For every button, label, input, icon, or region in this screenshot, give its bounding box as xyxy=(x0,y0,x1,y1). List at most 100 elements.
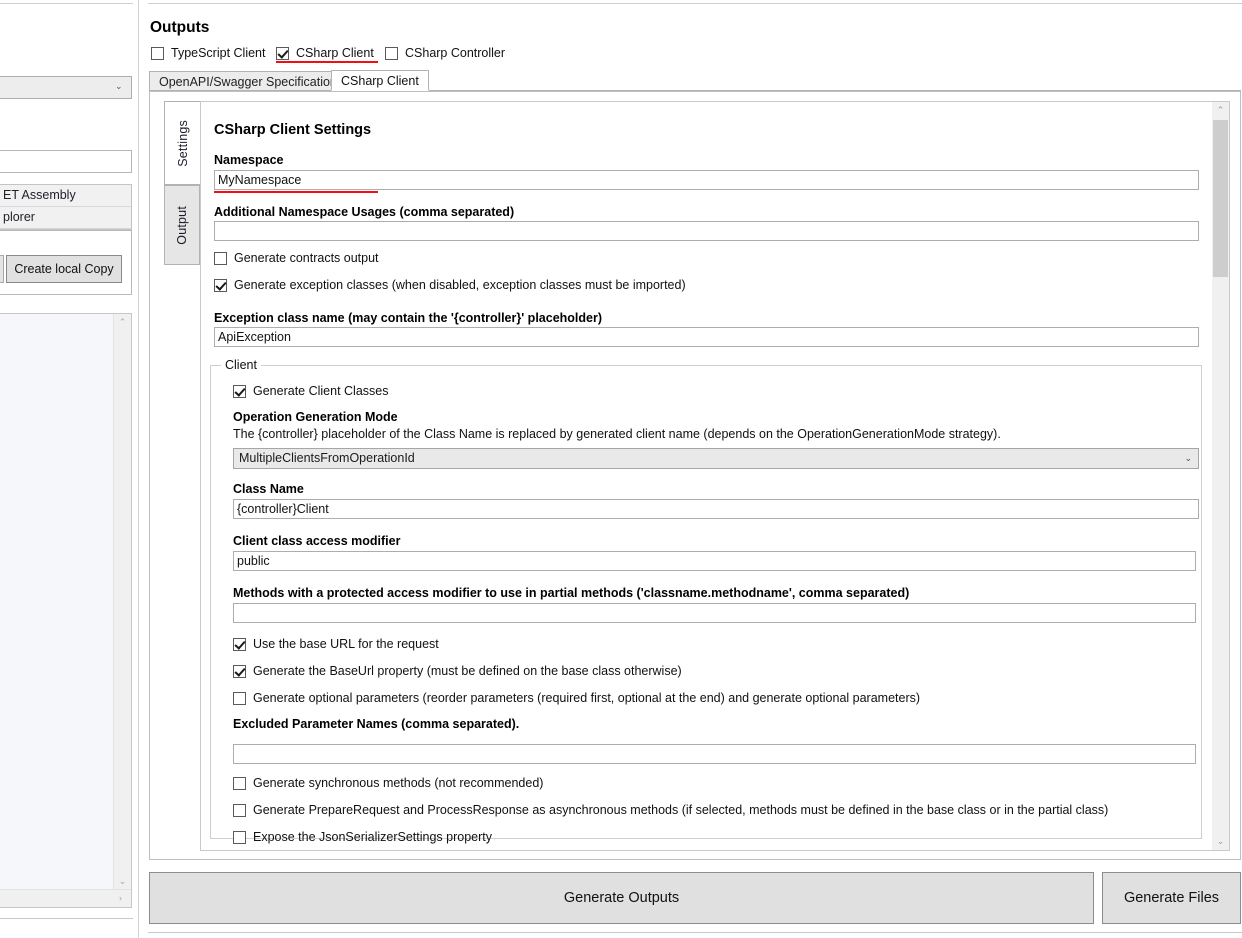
operation-generation-mode-dropdown[interactable]: MultipleClientsFromOperationId ⌄ xyxy=(233,448,1199,469)
protected-methods-input[interactable] xyxy=(233,603,1196,623)
checkbox-box[interactable] xyxy=(233,691,246,705)
checkbox-generate-optional-parameters[interactable]: Generate optional parameters (reorder pa… xyxy=(233,691,920,705)
operation-generation-mode-description: The {controller} placeholder of the Clas… xyxy=(233,427,1001,441)
client-group-title: Client xyxy=(221,358,261,372)
checkbox-box[interactable] xyxy=(233,803,246,817)
list-item[interactable]: ET Assembly xyxy=(0,185,131,207)
checkbox-typescript-client[interactable]: TypeScript Client xyxy=(151,46,265,60)
settings-scroll-region: CSharp Client Settings Namespace MyNames… xyxy=(200,101,1230,851)
checkbox-label: CSharp Client xyxy=(296,46,374,60)
checkbox-label: TypeScript Client xyxy=(171,46,266,60)
excluded-parameter-names-label: Excluded Parameter Names (comma separate… xyxy=(233,717,520,731)
checkbox-generate-prepare-request[interactable]: Generate PrepareRequest and ProcessRespo… xyxy=(233,803,1108,817)
checkbox-use-base-url[interactable]: Use the base URL for the request xyxy=(233,637,439,651)
scroll-up-icon[interactable]: ⌃ xyxy=(1212,102,1229,119)
chevron-down-icon: ⌄ xyxy=(1184,453,1192,463)
checkbox-generate-client-classes[interactable]: Generate Client Classes xyxy=(233,384,388,398)
protected-methods-label: Methods with a protected access modifier… xyxy=(233,586,910,600)
generate-files-button[interactable]: Generate Files xyxy=(1102,872,1241,924)
checkbox-generate-exception-classes[interactable]: Generate exception classes (when disable… xyxy=(214,278,686,292)
additional-namespace-usages-input[interactable] xyxy=(214,221,1199,241)
generate-outputs-button[interactable]: Generate Outputs xyxy=(149,872,1094,924)
exception-class-name-label: Exception class name (may contain the '{… xyxy=(214,311,603,325)
client-group-box: Client Generate Client Classes Operation… xyxy=(210,358,1202,844)
checkbox-label: Use the base URL for the request xyxy=(253,637,439,651)
checkbox-label: CSharp Controller xyxy=(405,46,506,60)
left-text-input[interactable] xyxy=(0,150,132,173)
checkbox-box[interactable] xyxy=(233,776,246,790)
checkbox-expose-json-serializer-settings[interactable]: Expose the JsonSerializerSettings proper… xyxy=(233,830,492,844)
exception-class-name-input[interactable]: ApiException xyxy=(214,327,1199,347)
checkbox-label: Generate Client Classes xyxy=(253,384,389,398)
page-title: Outputs xyxy=(150,19,210,36)
vertical-tab-strip: Settings Output xyxy=(164,101,201,347)
annotation-underline-namespace xyxy=(214,191,378,193)
tab-csharp-client[interactable]: CSharp Client xyxy=(331,70,429,91)
main-top-divider xyxy=(148,3,1242,4)
checkbox-box[interactable] xyxy=(233,637,246,651)
left-side-panel: ⌄ ET Assembly plorer Create local Copy ⌃… xyxy=(0,0,133,938)
operation-generation-mode-value: MultipleClientsFromOperationId xyxy=(239,451,415,465)
checkbox-label: Generate optional parameters (reorder pa… xyxy=(253,691,921,705)
checkbox-label: Generate PrepareRequest and ProcessRespo… xyxy=(253,803,1109,817)
app-window: ⌄ ET Assembly plorer Create local Copy ⌃… xyxy=(0,0,1242,938)
checkbox-box[interactable] xyxy=(276,46,289,60)
left-horizontal-scrollbar[interactable]: › xyxy=(0,889,131,907)
left-dropdown[interactable]: ⌄ xyxy=(0,76,132,99)
vtab-settings-label: Settings xyxy=(175,119,190,167)
checkbox-box[interactable] xyxy=(214,251,227,265)
checkbox-box[interactable] xyxy=(233,384,246,398)
top-divider xyxy=(0,3,133,4)
main-bottom-divider xyxy=(148,932,1242,933)
checkbox-generate-baseurl-property[interactable]: Generate the BaseUrl property (must be d… xyxy=(233,664,682,678)
vtab-settings[interactable]: Settings xyxy=(164,101,201,185)
left-scroll-area: ⌃ ⌄ › xyxy=(0,313,132,908)
checkbox-box[interactable] xyxy=(233,830,246,844)
settings-vertical-scrollbar[interactable]: ⌃ ⌄ xyxy=(1212,102,1229,850)
additional-namespace-usages-label: Additional Namespace Usages (comma separ… xyxy=(214,205,515,219)
excluded-parameter-names-input[interactable] xyxy=(233,744,1196,764)
annotation-underline-csharp-client xyxy=(276,61,378,63)
list-item[interactable]: plorer xyxy=(0,207,131,229)
scrollbar-thumb[interactable] xyxy=(1213,120,1228,277)
bottom-divider xyxy=(0,918,133,919)
outputs-pane: Outputs TypeScript Client CSharp Client … xyxy=(148,0,1242,938)
checkbox-label: Generate the BaseUrl property (must be d… xyxy=(253,664,682,678)
vtab-output[interactable]: Output xyxy=(164,185,200,265)
checkbox-generate-synchronous-methods[interactable]: Generate synchronous methods (not recomm… xyxy=(233,776,543,790)
tab-strip: OpenAPI/Swagger Specification CSharp Cli… xyxy=(149,70,1241,91)
left-small-button[interactable] xyxy=(0,255,4,283)
settings-panel: Settings Output CSharp Client Settings N… xyxy=(149,91,1241,860)
namespace-label: Namespace xyxy=(214,153,284,167)
checkbox-box[interactable] xyxy=(214,278,227,292)
chevron-down-icon: ⌄ xyxy=(115,81,123,91)
operation-generation-mode-label: Operation Generation Mode xyxy=(233,410,398,424)
checkbox-label: Generate synchronous methods (not recomm… xyxy=(253,776,544,790)
checkbox-label: Expose the JsonSerializerSettings proper… xyxy=(253,830,493,844)
checkbox-csharp-controller[interactable]: CSharp Controller xyxy=(385,46,505,60)
tab-openapi-swagger-specification[interactable]: OpenAPI/Swagger Specification xyxy=(149,71,347,91)
create-local-copy-button[interactable]: Create local Copy xyxy=(6,255,122,283)
scroll-up-icon[interactable]: ⌃ xyxy=(114,314,131,331)
vtab-output-label: Output xyxy=(175,205,189,245)
checkbox-box[interactable] xyxy=(385,46,398,60)
checkbox-csharp-client[interactable]: CSharp Client xyxy=(276,46,374,60)
scroll-right-icon[interactable]: › xyxy=(112,890,129,907)
checkbox-label: Generate contracts output xyxy=(234,251,379,265)
scroll-down-icon[interactable]: ⌄ xyxy=(1212,833,1229,850)
checkbox-box[interactable] xyxy=(151,46,164,60)
access-modifier-input[interactable]: public xyxy=(233,551,1196,571)
class-name-input[interactable]: {controller}Client xyxy=(233,499,1199,519)
checkbox-label: Generate exception classes (when disable… xyxy=(234,278,686,292)
left-list[interactable]: ET Assembly plorer xyxy=(0,184,132,230)
left-vertical-scrollbar[interactable]: ⌃ ⌄ xyxy=(113,314,131,890)
panel-separator xyxy=(138,0,139,938)
checkbox-box[interactable] xyxy=(233,664,246,678)
scroll-down-icon[interactable]: ⌄ xyxy=(114,873,131,890)
class-name-label: Class Name xyxy=(233,482,304,496)
checkbox-generate-contracts-output[interactable]: Generate contracts output xyxy=(214,251,379,265)
access-modifier-label: Client class access modifier xyxy=(233,534,401,548)
csharp-client-settings-form: CSharp Client Settings Namespace MyNames… xyxy=(201,102,1211,850)
namespace-input[interactable]: MyNamespace xyxy=(214,170,1199,190)
settings-heading: CSharp Client Settings xyxy=(214,122,372,138)
